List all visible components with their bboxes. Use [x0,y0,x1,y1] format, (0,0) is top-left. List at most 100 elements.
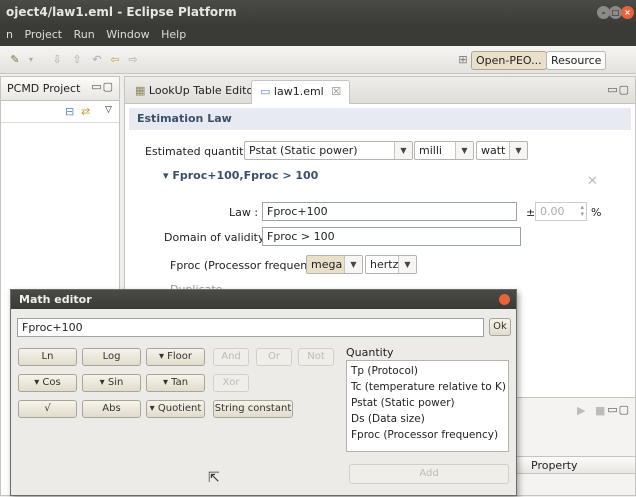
unit-value: watt [481,144,506,157]
chevron-down-icon: ▼ [344,256,362,273]
sin-label: ▾ Sin [99,377,124,388]
string-constant-button[interactable]: String constant [213,400,293,418]
tolerance-unit: % [591,206,602,219]
param-unit-select[interactable]: hertz ▼ [365,255,417,274]
quantity-list[interactable]: Tp (Protocol) Tc (temperature relative t… [346,360,509,452]
menu-item-help[interactable]: Help [161,28,186,41]
expression-input[interactable]: Fproc+100 [17,318,484,337]
menu-item-file[interactable]: n [6,28,13,41]
list-item[interactable]: Tc (temperature relative to K) [351,379,506,395]
tab-law1[interactable]: ▭ law1.eml ☒ [251,80,351,104]
spinner-arrows-icon[interactable]: ▴ ▾ [580,204,584,218]
cos-button[interactable]: ▾ Cos [18,374,77,392]
toolbar: ✎ ▾ ⇩ ⇧ ↶ ⇦ ⇨ ⊞ Open-PEO... Resource [0,46,636,74]
sqrt-label: √ [44,403,51,414]
math-editor-dialog: Math editor Fproc+100 Ok Ln Log ▾ Floor … [10,289,517,496]
list-item[interactable]: Fproc (Processor frequency) [351,427,504,443]
param-prefix-select[interactable]: mega ▼ [306,255,363,274]
estimated-quantity-value: Pstat (Static power) [249,144,358,157]
not-label: Not [307,351,325,362]
tolerance-sign: ± [526,206,536,219]
list-item[interactable]: Tp (Protocol) [351,363,504,379]
stop-icon[interactable]: ■ [595,404,605,417]
not-button[interactable]: Not [298,348,334,366]
close-icon[interactable]: × [621,6,634,19]
unit-prefix-select[interactable]: milli ▼ [414,141,474,160]
close-icon[interactable] [499,294,510,305]
xor-button[interactable]: Xor [213,374,249,392]
perspective-openpeo[interactable]: Open-PEO... [471,51,547,70]
bottom-minmax-icon[interactable]: ▭▢ [607,403,630,416]
list-item[interactable]: Pstat (Static power) [351,395,504,411]
sqrt-button[interactable]: √ [18,400,77,418]
property-column-header[interactable]: Property [516,456,636,474]
law-subsection-title[interactable]: ▾ Fproc+100,Fproc > 100 [163,169,318,182]
menu-item-project[interactable]: Project [24,28,62,41]
param-unit-value: hertz [370,258,399,271]
quotient-button[interactable]: ▾ Quotient [146,400,205,418]
nav-prev-icon[interactable]: ⇧ [70,53,84,67]
unit-prefix-value: milli [419,144,442,157]
floor-button[interactable]: ▾ Floor [146,348,205,366]
unit-select[interactable]: watt ▼ [476,141,528,160]
ln-button[interactable]: Ln [18,348,77,366]
perspective-resource-label: Resource [551,54,602,67]
list-item[interactable]: Ds (Data size) [351,411,504,427]
param-prefix-value: mega [311,258,343,271]
string-constant-label: String constant [214,403,292,414]
ok-label: Ok [493,321,507,332]
undo-icon[interactable]: ↶ [90,53,104,67]
floor-label: ▾ Floor [158,351,193,362]
menu-item-window[interactable]: Window [106,28,149,41]
forward-icon[interactable]: ⇨ [126,53,140,67]
chevron-down-icon: ▼ [398,256,416,273]
law-label: Law : [229,206,259,219]
collapse-all-icon[interactable]: ⊟ [65,105,74,118]
estimated-quantity-label: Estimated quantity : [145,145,258,158]
table-icon: ▦ [135,84,146,97]
nav-next-icon[interactable]: ⇩ [50,53,64,67]
view-minmax-icon[interactable]: ▭▢ [91,80,114,93]
tolerance-spinner[interactable]: 0.00 ▴ ▾ [535,202,587,221]
run-icon[interactable]: ▶ [577,404,585,417]
view-menu-icon[interactable]: ▽ [105,105,112,115]
menu-item-run[interactable]: Run [74,28,95,41]
open-perspective-icon[interactable]: ⊞ [456,53,470,67]
tan-button[interactable]: ▾ Tan [146,374,205,392]
abs-label: Abs [102,403,121,414]
log-button[interactable]: Log [82,348,141,366]
parameter-label: Fproc (Processor frequency) [170,259,325,272]
chevron-down-icon: ▼ [455,142,473,159]
math-editor-titlebar: Math editor [11,290,516,309]
pen-icon[interactable]: ✎ [8,53,22,67]
abs-button[interactable]: Abs [82,400,141,418]
perspective-resource[interactable]: Resource [546,51,607,70]
expression-value: Fproc+100 [22,321,83,334]
domain-label: Domain of validity : [164,231,272,244]
sin-button[interactable]: ▾ Sin [82,374,141,392]
tab-lookup-table-editor[interactable]: ▦ LookUp Table Editor [127,80,266,104]
ok-button[interactable]: Ok [489,318,511,336]
tab-close-icon[interactable]: ☒ [331,85,341,98]
quantity-label: Quantity [346,346,394,359]
menubar: n Project Run Window Help [0,26,636,46]
link-editor-icon[interactable]: ⇄ [81,105,90,118]
editor-tabs: ▦ LookUp Table Editor ▭ law1.eml ☒ ▭▢ [125,77,635,104]
and-button[interactable]: And [213,348,249,366]
dropdown-icon[interactable]: ▾ [24,53,38,67]
or-button[interactable]: Or [256,348,292,366]
section-estimation-law: Estimation Law [129,108,631,130]
back-icon[interactable]: ⇦ [108,53,122,67]
add-button[interactable]: Add [349,464,509,484]
estimated-quantity-select[interactable]: Pstat (Static power) ▼ [244,141,413,160]
tab-lookup-label: LookUp Table Editor [148,84,258,97]
domain-input[interactable]: Fproc > 100 [262,227,521,246]
perspective-openpeo-label: Open-PEO... [476,54,542,67]
window-titlebar: oject4/law1.eml - Eclipse Platform – □ × [0,0,636,26]
editor-minmax-icon[interactable]: ▭▢ [607,83,630,96]
mouse-cursor-icon: ⇱ [208,470,220,486]
ln-label: Ln [41,351,54,362]
remove-law-icon[interactable]: ✕ [587,174,598,189]
law-input[interactable]: Fproc+100 [262,202,517,221]
pcmd-project-tab[interactable]: PCMD Project ▭▢ [1,77,119,101]
